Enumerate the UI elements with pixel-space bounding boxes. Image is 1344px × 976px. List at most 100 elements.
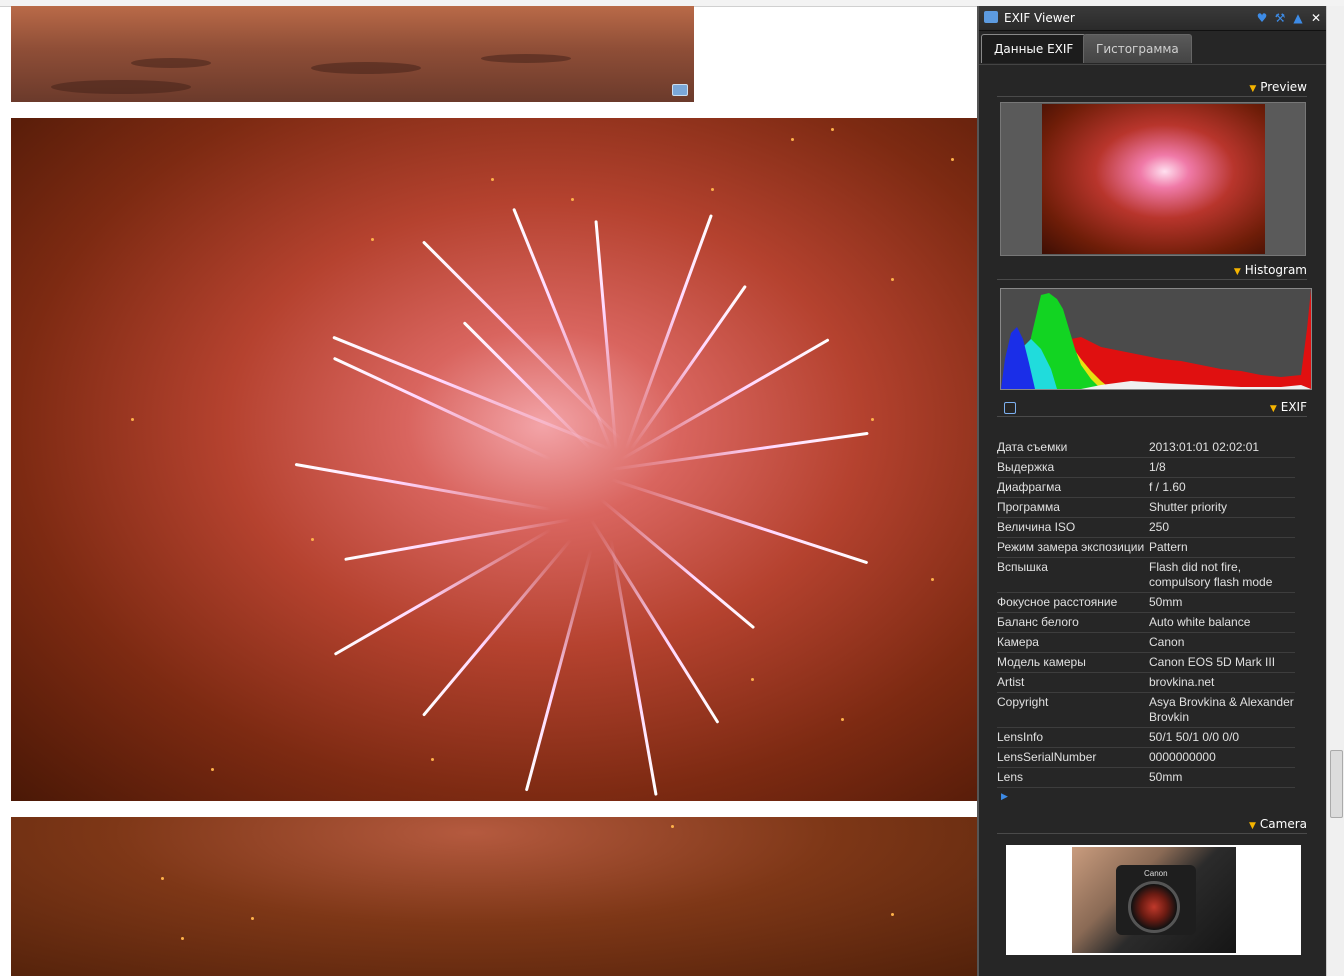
exif-value[interactable]: 250 (1149, 520, 1295, 535)
exif-key: Фокусное расстояние (997, 595, 1118, 609)
exif-value[interactable]: 2013:01:01 02:02:01 (1149, 440, 1295, 455)
exif-value[interactable]: f / 1.60 (1149, 480, 1295, 495)
exif-viewer-panel: EXIF Viewer ♥ ⚒ ▲ ✕ Данные EXIF Гистогра… (977, 6, 1328, 976)
exif-viewer-app-icon (984, 11, 998, 23)
spark (751, 678, 754, 681)
page-scrollbar[interactable] (1326, 6, 1344, 976)
spark (431, 758, 434, 761)
exif-value[interactable]: Asya Brovkina & Alexander Brovkin (1149, 695, 1295, 725)
exif-key: Камера (997, 635, 1039, 649)
collapse-triangle-icon: ▼ (1248, 821, 1256, 831)
spark (931, 578, 934, 581)
warning-icon[interactable]: ▲ (1291, 11, 1305, 25)
preview-frame (1000, 102, 1306, 256)
exif-row: Дата съемки 2013:01:01 02:02:01 (997, 438, 1295, 458)
exif-row: Artist brovkina.net (997, 673, 1295, 693)
spark (181, 937, 184, 940)
camera-photo[interactable]: Canon (1072, 847, 1236, 953)
tab-exif-data[interactable]: Данные EXIF (981, 34, 1087, 63)
spark (951, 158, 954, 161)
exif-value[interactable]: 0000000000 (1149, 750, 1295, 765)
spark (891, 278, 894, 281)
dune-shadow (131, 58, 211, 68)
collapse-triangle-icon: ▼ (1233, 267, 1241, 277)
exif-key: Режим замера экспозиции (997, 540, 1145, 554)
exif-value[interactable]: Flash did not fire, compulsory flash mod… (1149, 560, 1295, 590)
firework-ray (333, 528, 552, 656)
spark (131, 418, 134, 421)
exif-row: Вспышка Flash did not fire, compulsory fl… (997, 558, 1295, 593)
exif-value[interactable]: 50mm (1149, 770, 1295, 785)
spark (571, 198, 574, 201)
firework-ray (332, 356, 552, 461)
section-histogram-header[interactable]: ▼ Histogram (997, 263, 1307, 280)
exif-value[interactable]: Shutter priority (1149, 500, 1295, 515)
exif-key: Диафрагма (997, 480, 1062, 494)
panel-title: EXIF Viewer (1004, 11, 1075, 25)
scrollbar-thumb[interactable] (1330, 750, 1343, 818)
spark (831, 128, 834, 131)
exif-key: Дата съемки (997, 440, 1068, 454)
expand-more-icon[interactable]: ▶ (1001, 792, 1008, 802)
firework-ray (610, 478, 869, 565)
exif-camera-icon[interactable] (672, 84, 688, 96)
photo-fireworks[interactable] (11, 118, 1034, 801)
exif-value[interactable]: 50mm (1149, 595, 1295, 610)
firework-ray (629, 284, 747, 451)
spark (311, 538, 314, 541)
exif-key: Lens (997, 770, 1024, 784)
exif-key: Баланс белого (997, 615, 1079, 629)
tab-bar: Данные EXIF Гистограмма (979, 34, 1328, 65)
firework-ray (294, 462, 552, 511)
exif-row: Фокусное расстояние 50mm (997, 593, 1295, 613)
firework-ray (524, 549, 593, 792)
camera-body-shape: Canon (1116, 865, 1196, 935)
exif-row: LensSerialNumber 0000000000 (997, 748, 1295, 768)
spark (161, 877, 164, 880)
exif-key: Artist (997, 675, 1025, 689)
camera-brand-label: Canon (1144, 869, 1168, 878)
photo-fireworks-2[interactable] (11, 817, 1034, 976)
exif-value[interactable]: Canon EOS 5D Mark III (1149, 655, 1295, 670)
camera-image-frame: Canon (1006, 845, 1301, 955)
collapse-triangle-icon: ▼ (1269, 404, 1277, 414)
exif-row: Баланс белого Auto white balance (997, 613, 1295, 633)
section-camera-header[interactable]: ▼ Camera (997, 817, 1307, 834)
section-exif-header[interactable]: ▼ EXIF (997, 400, 1307, 417)
heart-icon[interactable]: ♥ (1255, 11, 1269, 25)
firework-ray (462, 321, 593, 451)
exif-value[interactable]: Pattern (1149, 540, 1295, 555)
section-preview-header[interactable]: ▼ Preview (997, 80, 1307, 97)
exif-value[interactable]: Canon (1149, 635, 1295, 650)
exif-row: Lens 50mm (997, 768, 1295, 788)
exif-row: Copyright Asya Brovkina & Alexander Brovk… (997, 693, 1295, 728)
close-icon[interactable]: ✕ (1309, 11, 1323, 25)
exif-key: Вспышка (997, 560, 1048, 574)
exif-value[interactable]: 1/8 (1149, 460, 1295, 475)
exif-key: LensInfo (997, 730, 1044, 744)
exif-key: Выдержка (997, 460, 1055, 474)
section-histogram-label: Histogram (1244, 263, 1307, 277)
preview-thumbnail[interactable] (1042, 104, 1265, 254)
dune-shadow (51, 80, 191, 94)
photo-desert[interactable] (11, 6, 694, 102)
spark (871, 418, 874, 421)
dune-shadow (311, 62, 421, 74)
exif-value[interactable]: 50/1 50/1 0/0 0/0 (1149, 730, 1295, 745)
spark (711, 188, 714, 191)
exif-row: Выдержка 1/8 (997, 458, 1295, 478)
exif-row: Величина ISO 250 (997, 518, 1295, 538)
exif-table: Дата съемки 2013:01:01 02:02:01 Выдержка 1/… (997, 438, 1295, 788)
exif-row: Программа Shutter priority (997, 498, 1295, 518)
section-camera-label: Camera (1259, 817, 1307, 831)
exif-value[interactable]: brovkina.net (1149, 675, 1295, 690)
wrench-icon[interactable]: ⚒ (1273, 11, 1287, 25)
tab-histogram[interactable]: Гистограмма (1083, 34, 1192, 63)
firework-ray (344, 518, 572, 561)
spark (841, 718, 844, 721)
exif-value[interactable]: Auto white balance (1149, 615, 1295, 630)
spark (251, 917, 254, 920)
exif-row: LensInfo 50/1 50/1 0/0 0/0 (997, 728, 1295, 748)
section-preview-label: Preview (1260, 80, 1307, 94)
camera-lens-shape (1128, 881, 1180, 933)
